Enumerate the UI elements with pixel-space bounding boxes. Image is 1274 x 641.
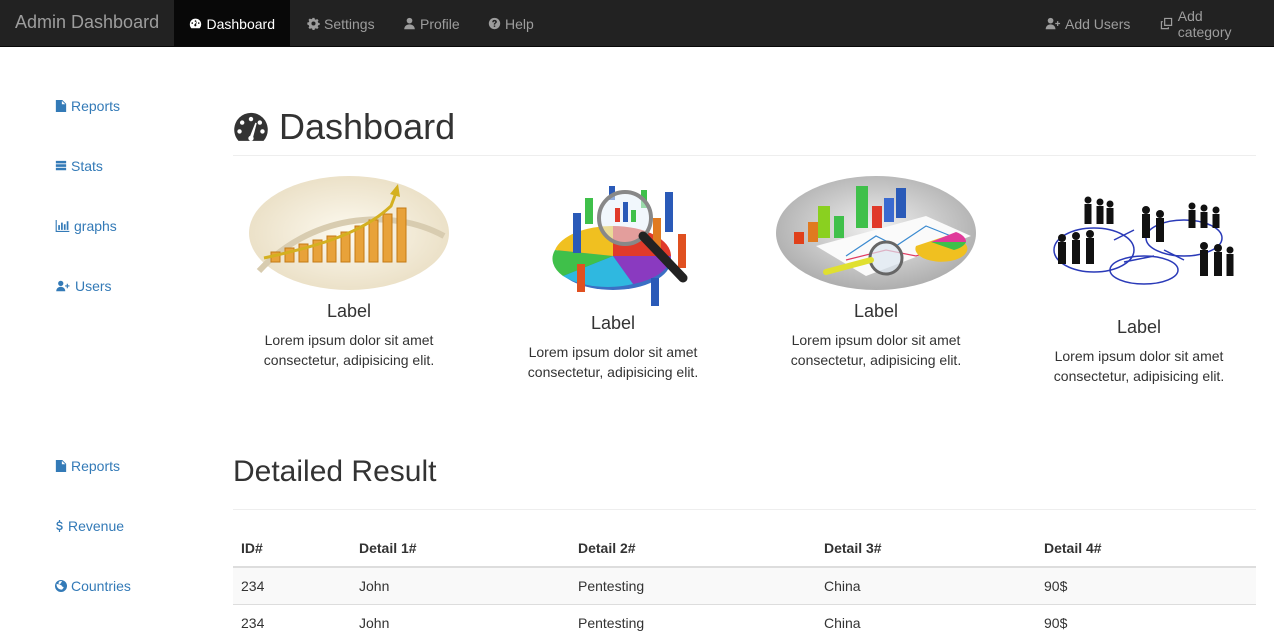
thumbnail-card: Label Lorem ipsum dolor sit amet consect… bbox=[761, 176, 991, 370]
table-row: 234 John Pentesting China 90$ bbox=[233, 566, 1256, 604]
thumbnail-card: Label Lorem ipsum dolor sit amet consect… bbox=[234, 176, 464, 370]
nav-settings[interactable]: Settings bbox=[291, 0, 390, 47]
nav-add-users-label: Add Users bbox=[1065, 15, 1131, 32]
thumbnail-description-line: consectetur, adipisicing elit. bbox=[527, 364, 699, 380]
table-cell: 234 bbox=[233, 566, 351, 604]
table-cell: 90$ bbox=[1036, 603, 1256, 641]
file-icon bbox=[55, 460, 67, 472]
table-cell: 234 bbox=[233, 603, 351, 641]
thumbnail-description-line: consectetur, adipisicing elit. bbox=[1053, 368, 1225, 384]
nav-profile[interactable]: Profile bbox=[387, 0, 475, 47]
globe-icon bbox=[55, 580, 67, 592]
nav-dashboard-label: Dashboard bbox=[206, 15, 276, 32]
top-navbar: Admin Dashboard Dashboard Settings Profi… bbox=[0, 0, 1274, 47]
growth-bar-chart-image bbox=[249, 176, 449, 290]
thumbnail-label: Label bbox=[853, 301, 899, 321]
sidebar-item-label: Stats bbox=[71, 158, 103, 174]
nav-help-label: Help bbox=[505, 15, 534, 32]
thumbnail-description: Lorem ipsum dolor sit amet consectetur, … bbox=[1024, 346, 1254, 386]
thumbnail-description-line: consectetur, adipisicing elit. bbox=[263, 352, 435, 368]
thumbnail-description-line: consectetur, adipisicing elit. bbox=[790, 352, 962, 368]
sidebar-item-label: Countries bbox=[71, 578, 131, 594]
table-cell: John bbox=[351, 566, 570, 604]
thumbnail-label: Label bbox=[326, 301, 372, 321]
column-header: Detail 2# bbox=[570, 529, 816, 568]
file-icon bbox=[55, 100, 67, 112]
thumbnail-description-line: Lorem ipsum dolor sit amet bbox=[264, 332, 434, 348]
sidebar-item-reports[interactable]: Reports bbox=[55, 98, 120, 114]
sidebar-item-reports-2[interactable]: Reports bbox=[55, 458, 120, 474]
thumbnail-description: Lorem ipsum dolor sit amet consectetur, … bbox=[234, 330, 464, 370]
brand-link[interactable]: Admin Dashboard bbox=[15, 12, 159, 33]
table-cell: Pentesting bbox=[570, 566, 816, 604]
section-divider bbox=[233, 509, 1256, 510]
column-header: ID# bbox=[233, 529, 351, 568]
thumbnail-card: Label Lorem ipsum dolor sit amet consect… bbox=[1024, 190, 1254, 386]
sidebar-item-label: graphs bbox=[74, 218, 117, 234]
nav-help[interactable]: Help bbox=[472, 0, 549, 47]
table-cell: 90$ bbox=[1036, 566, 1256, 604]
charts-on-paper-image bbox=[776, 176, 976, 290]
nav-settings-label: Settings bbox=[324, 15, 375, 32]
dashboard-icon bbox=[189, 17, 203, 31]
database-icon bbox=[55, 160, 67, 171]
pie-chart-magnifier-image bbox=[552, 186, 688, 306]
clone-icon bbox=[1160, 17, 1174, 31]
gear-icon bbox=[306, 17, 320, 31]
section-title: Detailed Result bbox=[233, 455, 437, 488]
thumbnail-description: Lorem ipsum dolor sit amet consectetur, … bbox=[498, 342, 728, 382]
table-cell: John bbox=[351, 603, 570, 641]
sidebar-item-countries[interactable]: Countries bbox=[55, 578, 131, 594]
thumbnail-label: Label bbox=[1116, 317, 1162, 337]
user-plus-icon bbox=[56, 280, 70, 292]
thumbnail-label: Label bbox=[590, 313, 636, 333]
column-header: Detail 4# bbox=[1036, 529, 1256, 568]
thumbnail-description-line: Lorem ipsum dolor sit amet bbox=[791, 332, 961, 348]
thumbnail-card: Label Lorem ipsum dolor sit amet consect… bbox=[498, 178, 728, 382]
column-header: Detail 1# bbox=[351, 529, 570, 568]
thumbnail-description-line: Lorem ipsum dolor sit amet bbox=[528, 344, 698, 360]
results-table: ID# Detail 1# Detail 2# Detail 3# Detail… bbox=[233, 529, 1256, 641]
nav-add-category-label: Add category bbox=[1177, 7, 1232, 40]
dollar-icon bbox=[56, 520, 63, 532]
table-cell: Pentesting bbox=[570, 603, 816, 641]
sidebar-item-label: Reports bbox=[71, 98, 121, 114]
page-title: Dashboard bbox=[279, 106, 456, 147]
thumbnail-description: Lorem ipsum dolor sit amet consectetur, … bbox=[761, 330, 991, 370]
nav-add-category[interactable]: Add category bbox=[1145, 0, 1274, 47]
table-cell: China bbox=[816, 566, 1036, 604]
table-row: 234 John Pentesting China 90$ bbox=[233, 603, 1256, 641]
sidebar-item-users[interactable]: Users bbox=[55, 278, 112, 294]
sidebar-item-label: Reports bbox=[71, 458, 121, 474]
nav-dashboard[interactable]: Dashboard bbox=[174, 0, 290, 47]
page-header: Dashboard bbox=[233, 100, 1256, 156]
sidebar-item-revenue[interactable]: Revenue bbox=[55, 518, 124, 534]
sidebar-item-stats[interactable]: Stats bbox=[55, 158, 103, 174]
sidebar-item-label: Revenue bbox=[68, 518, 125, 534]
sidebar-item-label: Users bbox=[75, 278, 112, 294]
sidebar-item-graphs[interactable]: graphs bbox=[55, 218, 117, 234]
thumbnail-description-line: Lorem ipsum dolor sit amet bbox=[1054, 348, 1224, 364]
bar-chart-icon bbox=[55, 220, 70, 232]
user-plus-icon bbox=[1045, 17, 1061, 31]
table-cell: China bbox=[816, 603, 1036, 641]
business-people-network-image bbox=[1053, 196, 1234, 285]
dashboard-icon bbox=[234, 112, 268, 141]
user-icon bbox=[402, 17, 416, 31]
nav-add-users[interactable]: Add Users bbox=[1030, 0, 1145, 47]
question-circle-icon bbox=[487, 17, 501, 31]
nav-profile-label: Profile bbox=[420, 15, 460, 32]
table-header-row: ID# Detail 1# Detail 2# Detail 3# Detail… bbox=[233, 529, 1256, 568]
column-header: Detail 3# bbox=[816, 529, 1036, 568]
